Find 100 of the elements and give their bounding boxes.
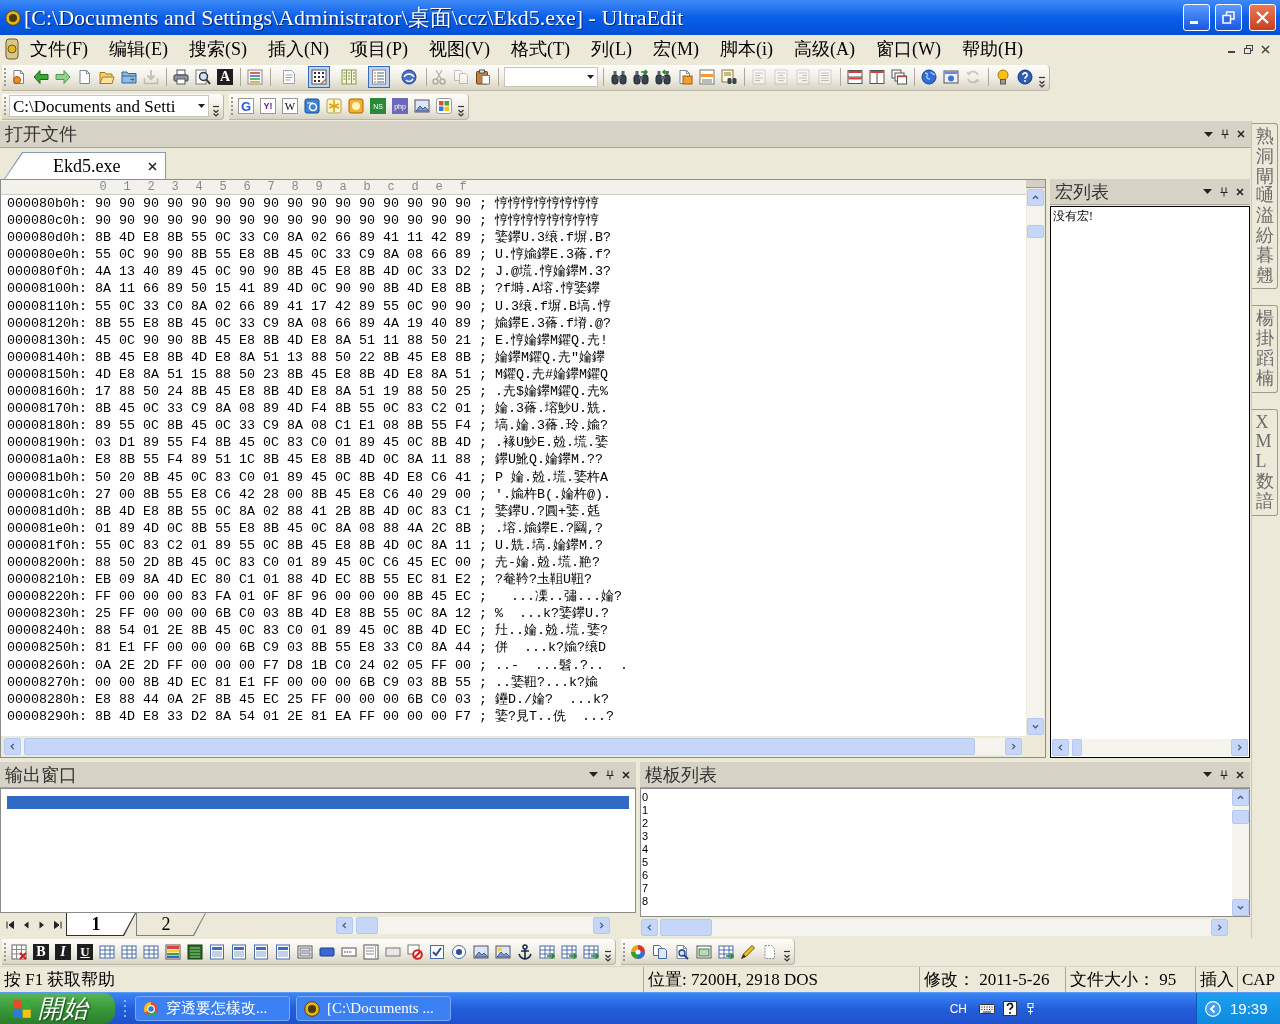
menu-item[interactable]: 插入(N) [268,40,329,58]
folder-icon[interactable] [121,69,137,85]
scroll-left-button[interactable] [336,917,353,934]
document-icon[interactable] [677,69,693,85]
tile-icon[interactable] [348,98,364,114]
link-button[interactable]: Y! [260,98,276,114]
combo-field[interactable] [504,67,598,87]
close-icon[interactable] [1236,187,1244,196]
toolbar-overflow-icon[interactable] [1038,75,1046,88]
arrow-left-icon[interactable] [33,69,49,85]
menu-item[interactable]: 高级(A) [793,40,855,58]
menu-item[interactable]: 列(L) [590,40,632,58]
vertical-scrollbar[interactable] [1232,789,1249,916]
list-item[interactable]: 2 [642,817,649,830]
scroll-left-button[interactable] [4,738,21,755]
document-icon[interactable] [762,943,778,960]
close-icon[interactable] [148,161,157,171]
network-icon[interactable] [1027,1002,1034,1015]
list-item[interactable]: 3 [642,830,649,843]
start-button[interactable]: 開始 [0,993,115,1024]
scrollbar-thumb[interactable] [660,919,712,936]
no-entry-icon[interactable] [407,943,423,960]
taskbar-grip[interactable] [124,999,127,1018]
table-icon[interactable] [718,943,734,960]
list-item[interactable]: 4 [642,843,649,856]
path-field[interactable]: C:\Documents and Setti [9,95,209,117]
binoculars-icon[interactable] [655,69,671,85]
scroll-left-button[interactable] [641,919,658,936]
binoculars-icon[interactable] [611,69,627,85]
file-tab[interactable]: Ekd5.exe [4,152,166,179]
toolbar-grip[interactable] [231,96,234,116]
toolbar-grip[interactable] [4,96,7,116]
side-tab[interactable]: 熟洞閘嗵溢紛暮翹 [1252,123,1278,290]
app-icon[interactable] [4,38,20,60]
menu-item[interactable]: 文件(F) [30,40,88,58]
document-icon[interactable] [11,69,27,85]
checkbox-icon[interactable] [429,943,445,960]
table-icon[interactable] [99,943,115,960]
scroll-right-button[interactable] [1211,919,1228,936]
link-button[interactable]: W [282,98,298,114]
list-item[interactable]: 0 [642,791,649,804]
image-icon[interactable] [495,943,511,960]
font-button[interactable]: A [217,69,233,85]
toolbar-grip[interactable] [4,941,7,962]
sheet-tab[interactable]: 1 [66,913,136,936]
scrollbar-thumb[interactable] [1027,225,1044,238]
scroll-down-button[interactable] [1232,899,1249,916]
flag-icon[interactable] [436,98,452,114]
toolbar-overflow-icon[interactable] [212,104,220,117]
image-icon[interactable] [473,943,489,960]
pin-icon[interactable] [1220,186,1228,197]
dropdown-arrow-icon[interactable] [1203,772,1212,777]
close-button[interactable] [1249,4,1276,31]
dropdown-arrow-icon[interactable] [1203,189,1212,194]
toolbar-overflow-icon[interactable] [604,950,612,962]
italic-button[interactable]: I [55,943,71,960]
menu-item[interactable]: 格式(T) [511,40,570,58]
help-icon[interactable] [1017,69,1033,85]
table-icon[interactable] [539,943,555,960]
menu-item[interactable]: 搜索(S) [189,40,247,58]
light-bulb-icon[interactable] [995,69,1011,85]
table-icon[interactable] [583,943,599,960]
scroll-up-button[interactable] [1027,189,1044,206]
chevron-left-icon[interactable] [1205,1000,1221,1017]
close-icon[interactable] [1237,130,1245,138]
split-horizontal-icon[interactable] [847,69,863,85]
pin-icon[interactable] [606,769,614,780]
horizontal-scrollbar[interactable] [1052,739,1248,756]
close-icon[interactable] [622,770,630,779]
first-page-icon[interactable] [6,921,14,929]
restore-button[interactable] [1215,4,1242,31]
close-icon[interactable] [1261,44,1270,54]
scroll-right-button[interactable] [1005,738,1022,755]
form-icon[interactable] [297,943,313,960]
list-item[interactable]: 1 [642,804,649,817]
toolbar-overflow-icon[interactable] [457,104,465,117]
help-icon[interactable] [1003,1001,1017,1016]
binoculars-icon[interactable] [633,69,649,85]
scrollbar-thumb[interactable] [1232,810,1249,824]
menu-item[interactable]: 宏(M) [652,40,699,58]
next-icon[interactable] [38,921,46,929]
underline-button[interactable]: U [77,943,93,960]
folder-icon[interactable] [99,69,115,85]
magnifier-icon[interactable] [674,943,690,960]
document-icon[interactable] [253,943,269,960]
text-lines-icon[interactable] [247,69,263,85]
horizontal-scrollbar[interactable] [641,919,1228,936]
dropdown-arrow-icon[interactable] [1204,131,1213,137]
cascade-windows-icon[interactable] [891,69,907,85]
grid-icon[interactable] [308,66,330,88]
minimize-button[interactable] [1183,4,1210,31]
list-item[interactable]: 6 [642,869,649,882]
color-wheel-icon[interactable] [630,943,646,960]
scroll-up-button[interactable] [1232,789,1249,806]
list-item[interactable]: 7 [642,882,649,895]
toolbar-grip[interactable] [623,941,626,962]
scroll-left-button[interactable] [1052,739,1069,756]
pen-icon[interactable] [740,943,756,960]
table-icon[interactable] [121,943,137,960]
caret-down-icon[interactable] [198,104,205,108]
